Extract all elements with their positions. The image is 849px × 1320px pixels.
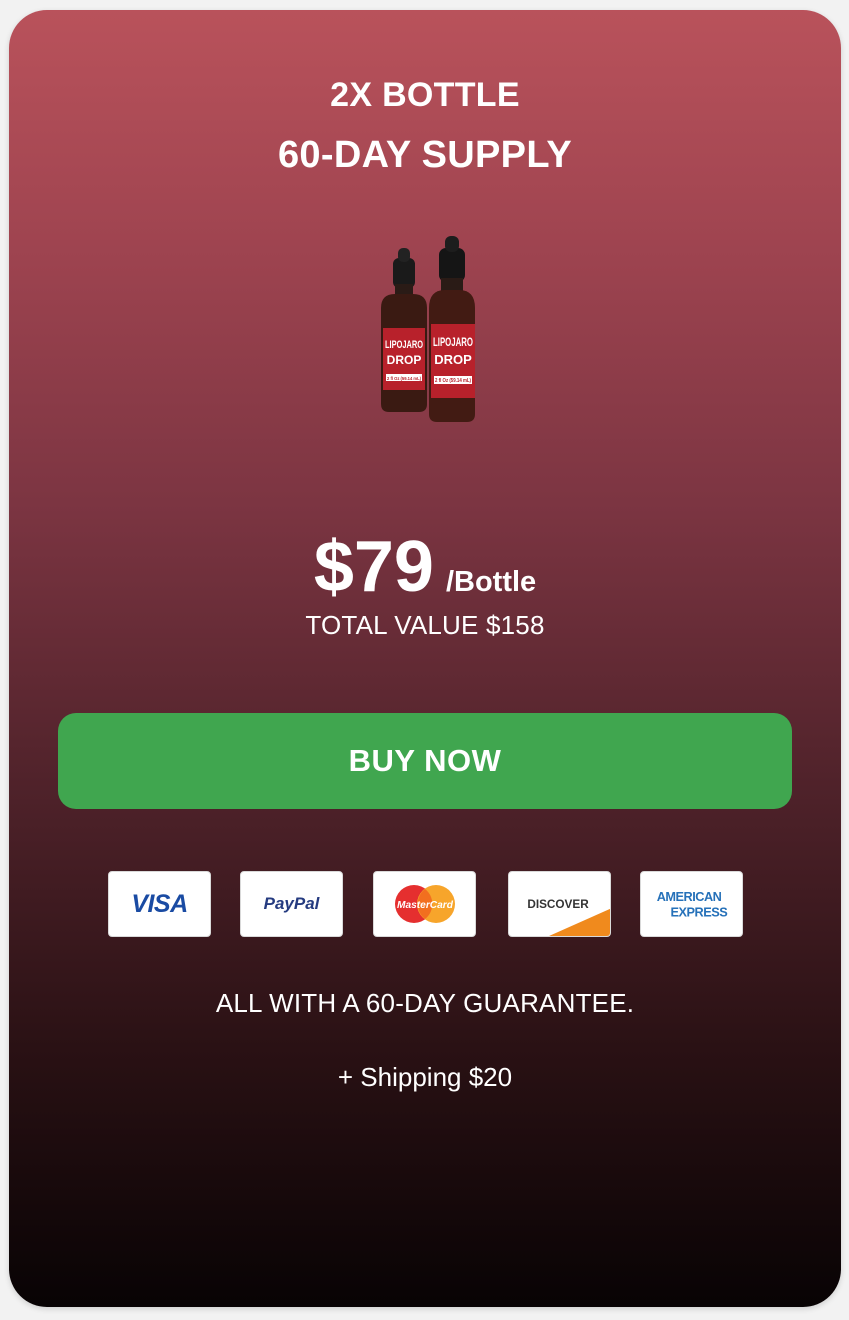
bottle-left-label-2: DROP (387, 353, 422, 367)
discover-icon: DISCOVER (508, 871, 611, 937)
product-bottles-image: LIPOJARO DROP 2 fl Oz (59.14 mL) LIPOJAR… (381, 236, 475, 422)
mastercard-icon: MasterCard (373, 871, 476, 937)
mastercard-logo: MasterCard (394, 885, 455, 923)
visa-icon: VISA (108, 871, 211, 937)
bottle-right-label-1: LIPOJARO (433, 335, 473, 349)
visa-label: VISA (131, 889, 188, 918)
total-value: TOTAL VALUE $158 (305, 610, 545, 640)
bottle-left: LIPOJARO DROP 2 fl Oz (59.14 mL) (381, 248, 427, 412)
buy-now-button[interactable]: BUY NOW (58, 713, 792, 809)
package-quantity: 2X BOTTLE (330, 76, 520, 114)
bottle-left-label-1: LIPOJARO (385, 339, 423, 351)
amex-label-2: EXPRESS (670, 905, 727, 920)
bottle-right-label-2: DROP (434, 352, 472, 367)
discover-logo: DISCOVER (527, 898, 610, 936)
guarantee-text: ALL WITH A 60-DAY GUARANTEE. (215, 988, 635, 1018)
bottle-right: LIPOJARO DROP 2 fl Oz (59.14 mL) (429, 236, 475, 422)
paypal-icon: PayPal (240, 871, 343, 937)
bottle-left-volume: 2 fl Oz (59.14 mL) (387, 376, 421, 381)
price: $79 (313, 527, 434, 607)
amex-icon: AMERICAN EXPRESS (640, 871, 743, 937)
package-supply: 60-DAY SUPPLY (278, 134, 572, 176)
price-unit: /Bottle (445, 566, 537, 598)
paypal-label: PayPal (263, 894, 320, 913)
bottle-right-volume: 2 fl Oz (59.14 mL) (435, 378, 471, 384)
discover-label: DISCOVER (527, 898, 589, 911)
pricing-card: 2X BOTTLE 60-DAY SUPPLY LIPOJARO DROP 2 … (9, 10, 841, 1307)
amex-label-1: AMERICAN (657, 889, 722, 904)
amex-logo: AMERICAN EXPRESS (657, 889, 728, 920)
price-row: $79/Bottle (9, 526, 841, 608)
shipping-text: + Shipping $20 (337, 1062, 513, 1092)
mastercard-label: MasterCard (397, 900, 454, 911)
payment-methods: VISA PayPal MasterCard DISCOVER AMERICAN… (108, 871, 744, 937)
